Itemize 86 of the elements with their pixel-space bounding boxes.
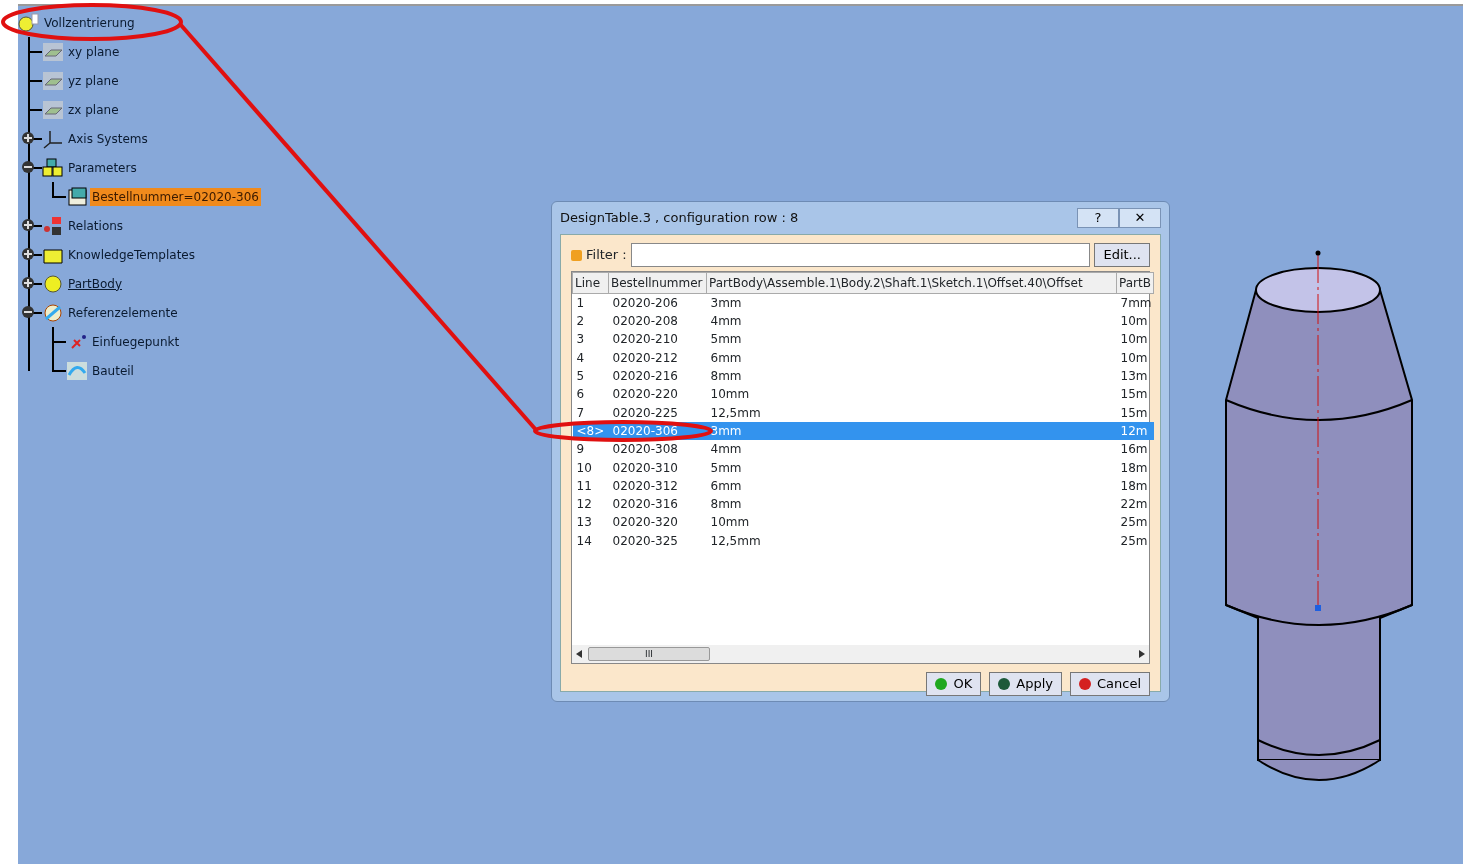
tree-item[interactable]: Einfuegepunkt: [90, 332, 182, 351]
table-cell[interactable]: 02020-310: [608, 458, 707, 477]
table-cell[interactable]: 4mm: [706, 440, 1117, 459]
table-cell[interactable]: 02020-308: [608, 440, 707, 459]
table-cell[interactable]: 02020-220: [608, 385, 707, 404]
dialog-button[interactable]: Apply: [989, 672, 1062, 696]
scroll-right-icon[interactable]: [1139, 650, 1145, 658]
table-cell[interactable]: 3: [572, 330, 609, 349]
table-cell[interactable]: 12: [572, 494, 609, 514]
table-cell[interactable]: 1: [572, 293, 609, 312]
table-cell[interactable]: 6: [572, 385, 609, 404]
dialog-button[interactable]: Cancel: [1069, 672, 1150, 696]
table-cell[interactable]: 16m: [1116, 440, 1154, 459]
tree-item[interactable]: Relations: [66, 216, 126, 235]
tree-item[interactable]: Vollzentrierung: [42, 13, 137, 32]
table-cell[interactable]: 6mm: [706, 348, 1117, 367]
tree-item[interactable]: zx plane: [66, 100, 121, 119]
table-cell[interactable]: 2: [572, 312, 609, 331]
filter-label: Filter :: [586, 246, 627, 265]
column-header[interactable]: Bestellnummer: [608, 272, 707, 294]
column-header[interactable]: PartB: [1116, 272, 1154, 294]
edit-button[interactable]: Edit...: [1094, 243, 1150, 267]
table-cell[interactable]: 8mm: [706, 494, 1117, 514]
table-cell[interactable]: 4: [572, 348, 609, 367]
table-cell[interactable]: 02020-208: [608, 312, 707, 331]
table-cell[interactable]: 14: [572, 531, 609, 550]
table-cell[interactable]: 02020-206: [608, 293, 707, 312]
table-cell[interactable]: 9: [572, 440, 609, 459]
table-cell[interactable]: 10m: [1116, 348, 1154, 367]
tree-item[interactable]: yz plane: [66, 71, 121, 90]
tree-item[interactable]: Parameters: [66, 158, 139, 177]
tree-item[interactable]: xy plane: [66, 42, 122, 61]
table-cell[interactable]: 12,5mm: [706, 531, 1117, 550]
scroll-left-icon[interactable]: [576, 650, 582, 658]
document-icon: [18, 12, 40, 33]
table-cell[interactable]: 18m: [1116, 476, 1154, 495]
table-cell[interactable]: 02020-316: [608, 494, 707, 514]
table-cell[interactable]: 10: [572, 458, 609, 477]
table-cell[interactable]: 10mm: [706, 513, 1117, 532]
tree-item[interactable]: Axis Systems: [66, 129, 150, 148]
axis-icon: [42, 128, 64, 149]
tree-item[interactable]: PartBody: [66, 274, 124, 293]
table-cell[interactable]: 02020-210: [608, 330, 707, 349]
filter-field[interactable]: [630, 243, 1091, 267]
table-cell[interactable]: 02020-216: [608, 366, 707, 386]
table-cell[interactable]: 10mm: [706, 385, 1117, 404]
table-cell[interactable]: 02020-212: [608, 348, 707, 367]
table-cell[interactable]: 7mm: [1116, 293, 1154, 312]
table-cell[interactable]: 02020-325: [608, 531, 707, 550]
table-cell[interactable]: 25m: [1116, 513, 1154, 532]
table-cell[interactable]: 25m: [1116, 531, 1154, 550]
parameter-icon: [66, 186, 88, 207]
table-cell[interactable]: 5mm: [706, 330, 1117, 349]
column-header[interactable]: PartBody\Assemble.1\Body.2\Shaft.1\Sketch.1\Offset.40\Offset: [706, 272, 1117, 294]
table-cell[interactable]: 6mm: [706, 476, 1117, 495]
table-cell[interactable]: 8mm: [706, 366, 1117, 386]
table-cell[interactable]: 10m: [1116, 312, 1154, 331]
column-header[interactable]: Line: [572, 272, 609, 294]
filter-icon: [571, 249, 582, 261]
table-cell[interactable]: 3mm: [706, 293, 1117, 312]
table-cell[interactable]: 18m: [1116, 458, 1154, 477]
window-title: DesignTable.3 , configuration row : 8: [560, 209, 800, 228]
table-cell[interactable]: 4mm: [706, 312, 1117, 331]
close-button[interactable]: ✕: [1119, 208, 1161, 228]
table-cell[interactable]: 02020-312: [608, 476, 707, 495]
dialog-button[interactable]: OK: [926, 672, 982, 696]
table-cell[interactable]: 10m: [1116, 330, 1154, 349]
table-cell[interactable]: 15m: [1116, 385, 1154, 404]
table-cell[interactable]: 13m: [1116, 366, 1154, 386]
table-cell[interactable]: 11: [572, 476, 609, 495]
reference-icon: [42, 302, 64, 323]
tree-item[interactable]: Referenzelemente: [66, 303, 180, 322]
table-cell[interactable]: 15m: [1116, 403, 1154, 422]
formula-icon: [42, 215, 64, 236]
help-button[interactable]: ?: [1077, 208, 1119, 228]
table-cell[interactable]: 12,5mm: [706, 403, 1117, 422]
table-cell[interactable]: 5mm: [706, 458, 1117, 477]
scroll-thumb[interactable]: III: [588, 647, 710, 661]
tree-item[interactable]: Bauteil: [90, 361, 136, 380]
table-cell[interactable]: 02020-320: [608, 513, 707, 532]
tree-item[interactable]: KnowledgeTemplates: [66, 245, 197, 264]
table-cell[interactable]: 22m: [1116, 494, 1154, 514]
table-cell[interactable]: 7: [572, 403, 609, 422]
table-cell[interactable]: 5: [572, 366, 609, 386]
table-cell[interactable]: 02020-225: [608, 403, 707, 422]
table-cell[interactable]: 13: [572, 513, 609, 532]
